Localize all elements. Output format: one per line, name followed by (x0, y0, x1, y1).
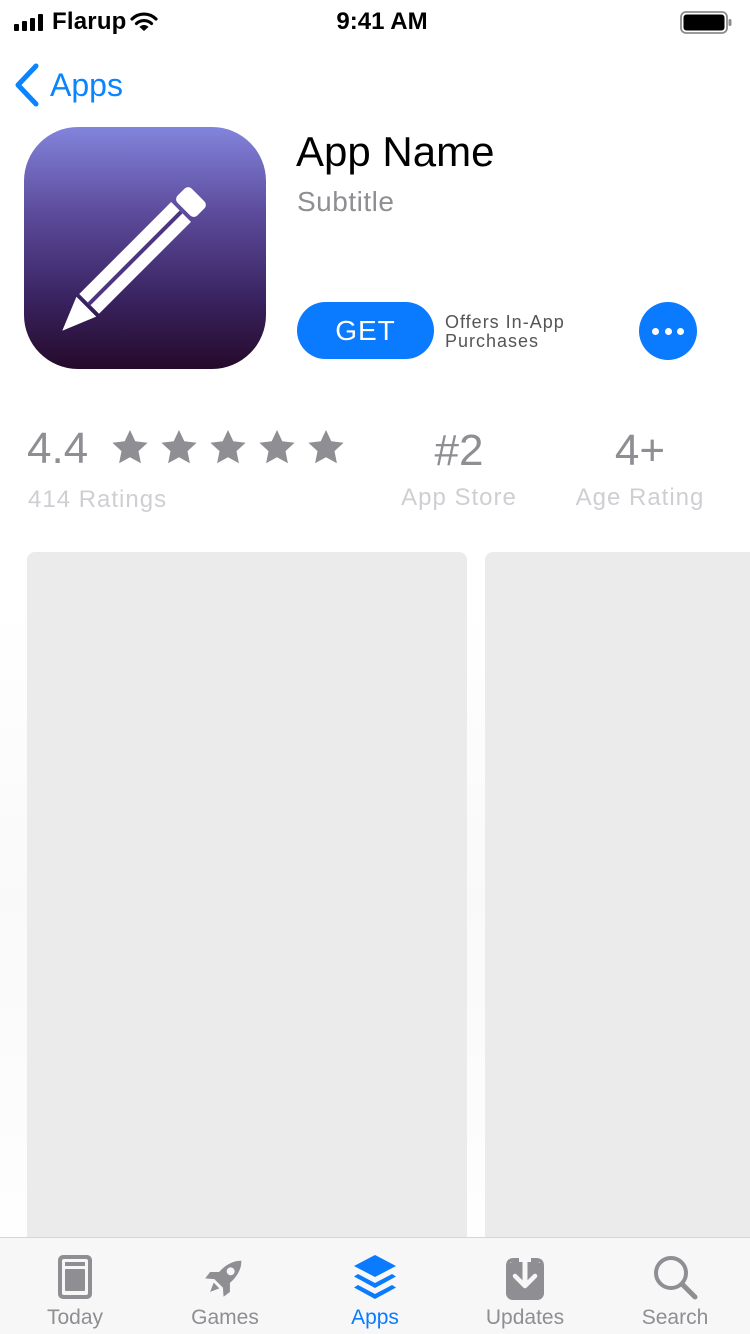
ratings-count: 414 Ratings (28, 486, 168, 513)
star-icon (308, 430, 344, 464)
tab-label: Games (191, 1306, 259, 1329)
app-subtitle: Subtitle (297, 186, 395, 217)
iap-line-2: Purchases (445, 331, 540, 351)
search-icon (654, 1256, 698, 1300)
star-icon (112, 430, 148, 464)
tab-search[interactable]: Search (600, 1238, 750, 1334)
star-icon (259, 430, 295, 464)
tab-label: Search (641, 1306, 709, 1329)
tab-updates[interactable]: Updates (450, 1238, 600, 1334)
star-rating (110, 428, 355, 468)
back-button[interactable]: Apps (12, 60, 123, 110)
app-store-detail-screen: Flarup 9:41 AM Apps App Name Subtitle GE… (0, 0, 750, 1334)
rank-value: #2 (434, 426, 484, 475)
pencil-icon (62, 187, 206, 331)
tab-label: Apps (351, 1306, 399, 1329)
rank-label: App Store (401, 484, 517, 511)
today-icon (58, 1255, 92, 1299)
tab-games[interactable]: Games (150, 1238, 300, 1334)
in-app-purchases-note: Offers In-App Purchases (445, 313, 565, 351)
age-label: Age Rating (575, 484, 705, 511)
chevron-left-icon (15, 63, 39, 107)
back-label: Apps (50, 66, 123, 103)
star-icon (210, 430, 246, 464)
tab-bar: Today Games Apps Updates Search (0, 1237, 750, 1334)
more-options-button[interactable] (639, 302, 697, 360)
screenshot-preview-1[interactable] (27, 552, 467, 1252)
download-icon (506, 1254, 544, 1300)
tab-label: Today (46, 1306, 104, 1329)
tab-apps[interactable]: Apps (300, 1238, 450, 1334)
iap-line-1: Offers In-App (445, 312, 565, 332)
battery-icon (680, 11, 732, 34)
status-bar: Flarup 9:41 AM (0, 0, 750, 44)
tab-today[interactable]: Today (0, 1238, 150, 1334)
layers-icon (354, 1255, 396, 1299)
chart-rank: #2 App Store (390, 424, 528, 512)
star-icon (161, 430, 197, 464)
app-name: App Name (296, 128, 495, 175)
app-icon (24, 127, 266, 369)
age-value: 4+ (614, 426, 666, 475)
tab-label: Updates (485, 1306, 565, 1329)
age-rating: 4+ Age Rating (570, 424, 710, 512)
get-button[interactable]: GET (297, 302, 434, 359)
rating-value: 4.4 (27, 424, 89, 473)
status-time: 9:41 AM (336, 8, 428, 35)
screenshot-preview-2[interactable] (485, 552, 750, 1252)
rocket-icon (205, 1260, 242, 1297)
